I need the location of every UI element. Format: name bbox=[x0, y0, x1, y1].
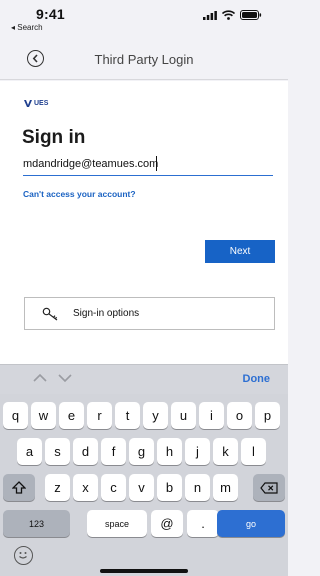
key-b[interactable]: b bbox=[157, 474, 182, 501]
chevron-up-icon[interactable] bbox=[33, 373, 47, 383]
cant-access-link[interactable]: Can't access your account? bbox=[23, 189, 136, 199]
key-s[interactable]: s bbox=[45, 438, 70, 465]
home-indicator bbox=[100, 569, 188, 573]
page-title: Third Party Login bbox=[94, 52, 194, 67]
go-key[interactable]: go bbox=[217, 510, 285, 537]
key-c[interactable]: c bbox=[101, 474, 126, 501]
key-p[interactable]: p bbox=[255, 402, 280, 429]
key-y[interactable]: y bbox=[143, 402, 168, 429]
next-button[interactable]: Next bbox=[205, 240, 275, 263]
status-icons bbox=[203, 10, 262, 20]
navbar: Third Party Login bbox=[0, 40, 288, 80]
login-panel: UES Sign in Can't access your account? N… bbox=[0, 81, 288, 364]
status-time: 9:41 bbox=[36, 6, 65, 22]
key-j[interactable]: j bbox=[185, 438, 210, 465]
key-icon bbox=[42, 307, 64, 321]
key-t[interactable]: t bbox=[115, 402, 140, 429]
key-z[interactable]: z bbox=[45, 474, 70, 501]
numbers-key[interactable]: 123 bbox=[3, 510, 70, 537]
shift-icon bbox=[12, 481, 26, 494]
signin-options-button[interactable]: Sign-in options bbox=[24, 297, 275, 330]
key-k[interactable]: k bbox=[213, 438, 238, 465]
key-e[interactable]: e bbox=[59, 402, 84, 429]
key-d[interactable]: d bbox=[73, 438, 98, 465]
done-button[interactable]: Done bbox=[243, 373, 271, 385]
signin-options-label: Sign-in options bbox=[73, 308, 140, 319]
key-q[interactable]: q bbox=[3, 402, 28, 429]
space-key[interactable]: space bbox=[87, 510, 147, 537]
sign-in-heading: Sign in bbox=[22, 127, 86, 148]
shift-key[interactable] bbox=[3, 474, 35, 501]
key-u[interactable]: u bbox=[171, 402, 196, 429]
key-h[interactable]: h bbox=[157, 438, 182, 465]
at-key[interactable]: @ bbox=[151, 510, 183, 537]
key-x[interactable]: x bbox=[73, 474, 98, 501]
text-caret bbox=[156, 156, 157, 171]
emoji-icon bbox=[19, 552, 27, 559]
logo-text: UES bbox=[34, 100, 49, 107]
key-n[interactable]: n bbox=[185, 474, 210, 501]
keyboard-row-2: a s d f g h j k l bbox=[0, 438, 288, 465]
battery-icon bbox=[240, 10, 262, 20]
keyboard-row-4: 123 space @ . go bbox=[0, 510, 288, 537]
key-i[interactable]: i bbox=[199, 402, 224, 429]
keyboard-row-3: z x c v b n m bbox=[0, 474, 288, 501]
keyboard-row-1: q w e r t y u i o p bbox=[0, 402, 288, 429]
delete-key[interactable] bbox=[253, 474, 285, 501]
company-logo: UES bbox=[24, 100, 48, 107]
backspace-icon bbox=[260, 481, 278, 494]
signal-icon bbox=[203, 10, 217, 20]
key-r[interactable]: r bbox=[87, 402, 112, 429]
key-f[interactable]: f bbox=[101, 438, 126, 465]
key-l[interactable]: l bbox=[241, 438, 266, 465]
emoji-key[interactable] bbox=[14, 546, 33, 565]
keyboard: q w e r t y u i o p a s d f g h j k l z … bbox=[0, 394, 288, 576]
keyboard-accessory-bar: Done bbox=[0, 364, 288, 394]
key-o[interactable]: o bbox=[227, 402, 252, 429]
dot-key[interactable]: . bbox=[187, 510, 219, 537]
logo-mark-icon bbox=[24, 100, 32, 107]
status-bar: 9:41 ◂ Search bbox=[0, 0, 288, 36]
key-v[interactable]: v bbox=[129, 474, 154, 501]
key-a[interactable]: a bbox=[17, 438, 42, 465]
chevron-down-icon[interactable] bbox=[58, 373, 72, 383]
email-field[interactable] bbox=[23, 152, 273, 176]
key-g[interactable]: g bbox=[129, 438, 154, 465]
screen: 9:41 ◂ Search Third Party Login UES Sign… bbox=[0, 0, 288, 576]
key-m[interactable]: m bbox=[213, 474, 238, 501]
wifi-icon bbox=[222, 10, 235, 20]
back-to-search-link[interactable]: ◂ Search bbox=[11, 23, 43, 32]
key-w[interactable]: w bbox=[31, 402, 56, 429]
